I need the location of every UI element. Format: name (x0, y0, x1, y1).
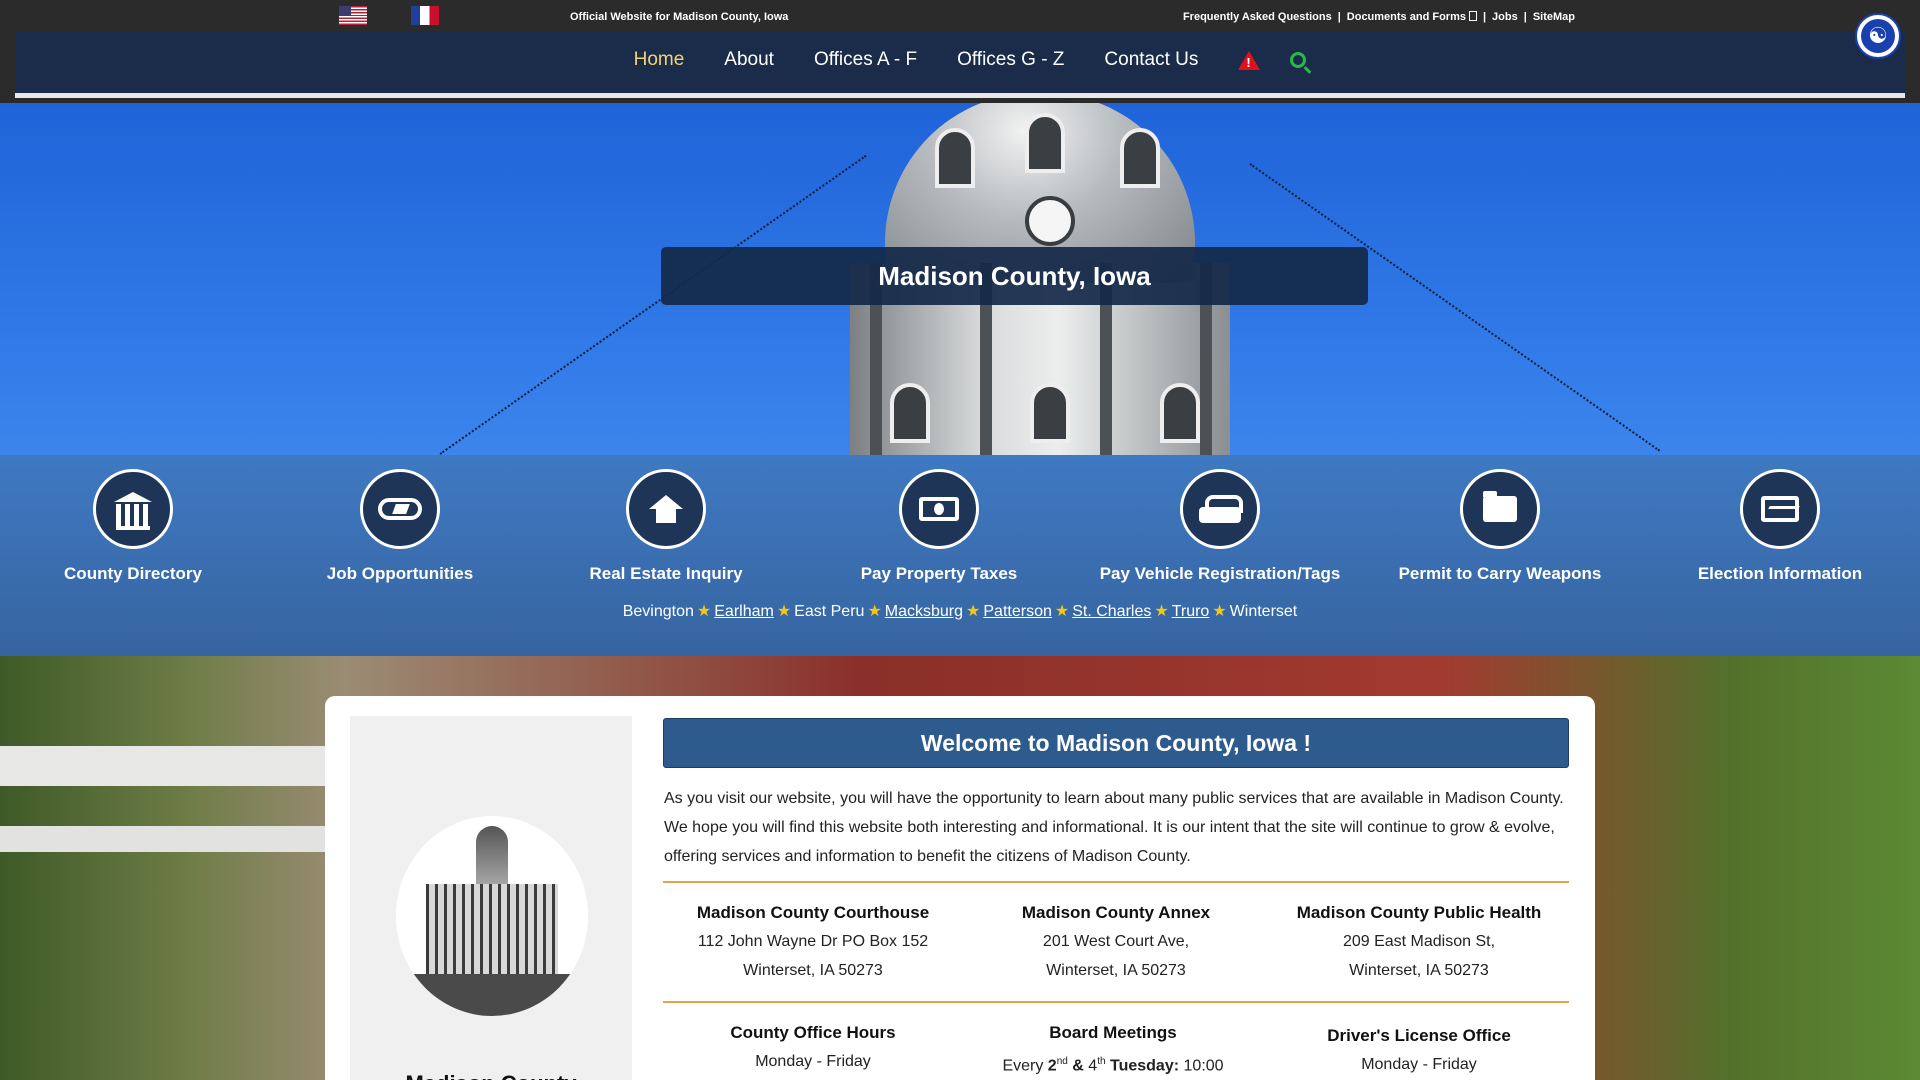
quick-link-label: Pay Property Taxes (860, 564, 1018, 583)
location-city: Winterset, IA 50273 (1349, 962, 1489, 979)
star-icon: ★ (966, 603, 981, 620)
office-hours: County Office Hours Monday - Friday (663, 1018, 963, 1076)
hero-title: Madison County, Iowa (661, 247, 1368, 305)
location-courthouse: Madison County Courthouse 112 John Wayne… (663, 898, 963, 985)
quick-link-label: County Directory (64, 564, 202, 583)
intro-text: As you visit our website, you will have … (664, 790, 1564, 865)
quick-link-real-estate[interactable]: Real Estate Inquiry (546, 469, 786, 584)
star-icon: ★ (1154, 603, 1169, 620)
search-icon[interactable] (1290, 52, 1307, 68)
folder-open-icon (1761, 496, 1799, 522)
star-icon: ★ (867, 603, 882, 620)
location-name: Madison County Annex (1021, 903, 1211, 922)
nav-offices-a-f[interactable]: Offices A - F (794, 49, 937, 71)
alert-icon[interactable] (1238, 51, 1261, 70)
us-flag-icon (339, 6, 367, 25)
car-icon (1199, 495, 1243, 523)
board-meetings-schedule: Every 2nd & 4th Tuesday: 10:00 (1002, 1056, 1224, 1075)
star-icon: ★ (1054, 603, 1070, 620)
location-name: Madison County Courthouse (696, 903, 930, 922)
town-earlham-link[interactable]: Earlham (714, 603, 774, 620)
sitemap-link[interactable]: SiteMap (1533, 11, 1575, 23)
nav-about[interactable]: About (704, 49, 794, 71)
drivers-license-days: Monday - Friday (1361, 1056, 1477, 1073)
quick-link-label: Real Estate Inquiry (589, 564, 743, 583)
location-public-health: Madison County Public Health 209 East Ma… (1269, 898, 1569, 985)
star-icon: ★ (776, 603, 792, 620)
iowa-flag-icon (411, 6, 439, 25)
nav-home[interactable]: Home (614, 49, 705, 71)
town-list: Bevington ★ Earlham ★ East Peru ★ Macksburg ★ Pa… (0, 601, 1920, 621)
location-address: 201 West Court Ave, (1042, 933, 1190, 950)
quick-link-county-directory[interactable]: County Directory (13, 469, 253, 584)
quick-link-election-info[interactable]: Election Information (1660, 469, 1900, 584)
location-annex: Madison County Annex 201 West Court Ave,… (966, 898, 1266, 985)
town-st-charles-link[interactable]: St. Charles (1072, 603, 1151, 620)
location-city: Winterset, IA 50273 (1046, 962, 1186, 979)
quick-link-pay-property-taxes[interactable]: Pay Property Taxes (819, 469, 1059, 584)
quick-link-label: Election Information (1697, 564, 1863, 583)
accessibility-button[interactable]: ☯ (1855, 13, 1901, 59)
office-hours-title: County Office Hours (730, 1023, 896, 1042)
quick-link-label: Job Opportunities (326, 564, 474, 583)
divider (663, 881, 1569, 883)
divider (663, 1001, 1569, 1003)
faq-link[interactable]: Frequently Asked Questions (1183, 11, 1332, 23)
quick-link-pay-vehicle[interactable]: Pay Vehicle Registration/Tags (1080, 469, 1360, 584)
jobs-link[interactable]: Jobs (1492, 11, 1518, 23)
quick-link-label: Permit to Carry Weapons (1398, 564, 1602, 583)
drivers-license-office: Driver's License Office Monday - Friday (1269, 1021, 1569, 1079)
utility-links: Frequently Asked Questions | Documents an… (1182, 11, 1575, 23)
town-bevington: Bevington (622, 603, 694, 620)
location-city: Winterset, IA 50273 (743, 962, 883, 979)
official-site-text: Official Website for Madison County, Iow… (570, 11, 789, 23)
banner-string (1249, 163, 1661, 452)
utility-bar: Official Website for Madison County, Iow… (0, 0, 1920, 31)
sidebar: Madison County (350, 716, 632, 1080)
office-hours-days: Monday - Friday (755, 1053, 871, 1070)
town-patterson-link[interactable]: Patterson (983, 603, 1051, 620)
drivers-license-title: Driver's License Office (1327, 1026, 1511, 1045)
documents-forms-link[interactable]: Documents and Forms (1347, 11, 1477, 23)
town-east-peru: East Peru (794, 603, 865, 620)
document-icon (1468, 11, 1477, 21)
folder-icon (1483, 491, 1517, 522)
hero-banner: Madison County, Iowa (0, 103, 1920, 455)
fence-rail (0, 746, 330, 786)
quick-link-label: Pay Vehicle Registration/Tags (1099, 564, 1341, 583)
quick-links: County Directory Job Opportunities Real … (0, 455, 1920, 656)
nav-contact-us[interactable]: Contact Us (1084, 49, 1218, 71)
town-macksburg-link[interactable]: Macksburg (885, 603, 963, 620)
welcome-heading: Welcome to Madison County, Iowa ! (663, 718, 1569, 768)
home-icon (649, 495, 683, 523)
money-icon (919, 497, 959, 521)
sidebar-title: Madison County (350, 1071, 632, 1080)
bank-icon (114, 492, 152, 530)
location-address: 112 John Wayne Dr PO Box 152 (697, 933, 929, 950)
location-name: Madison County Public Health (1296, 903, 1542, 922)
courthouse-seal-image (396, 816, 588, 1016)
town-truro-link[interactable]: Truro (1172, 603, 1210, 620)
board-meetings: Board Meetings Every 2nd & 4th Tuesday: … (963, 1018, 1263, 1080)
handshake-icon (378, 498, 422, 520)
content-card: Madison County Welcome to Madison County… (325, 696, 1595, 1080)
star-icon: ★ (1212, 603, 1227, 620)
star-icon: ★ (696, 603, 712, 620)
town-winterset: Winterset (1229, 603, 1298, 620)
board-meetings-title: Board Meetings (1049, 1023, 1177, 1042)
accessibility-icon: ☯ (1861, 19, 1895, 53)
quick-link-permit-carry[interactable]: Permit to Carry Weapons (1380, 469, 1620, 584)
quick-link-job-opportunities[interactable]: Job Opportunities (280, 469, 520, 584)
fence-rail (0, 826, 330, 852)
location-address: 209 East Madison St, (1342, 933, 1496, 950)
main-nav: Home About Offices A - F Offices G - Z C… (15, 31, 1905, 98)
nav-offices-g-z[interactable]: Offices G - Z (937, 49, 1084, 71)
